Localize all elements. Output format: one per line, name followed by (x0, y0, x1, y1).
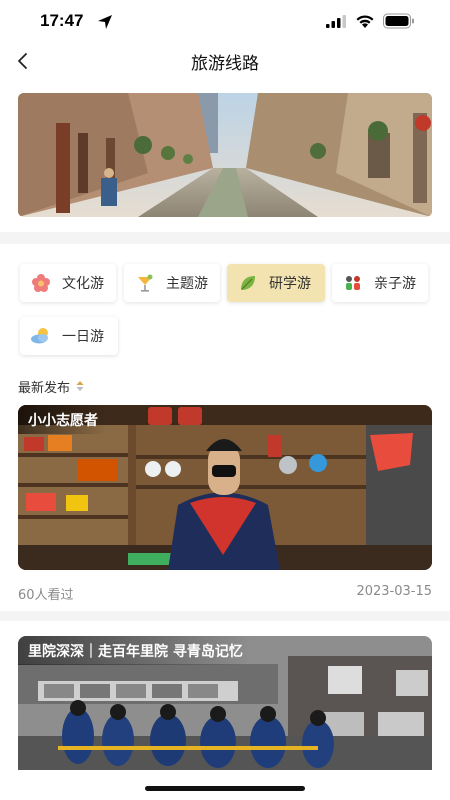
category-label: 文化游 (62, 276, 104, 292)
cloud-sun-icon (30, 325, 52, 347)
leaf-icon (237, 272, 259, 294)
cellular-signal-icon (326, 15, 346, 28)
sort-label: 最新发布 (18, 380, 71, 396)
category-label: 一日游 (62, 329, 104, 345)
route-card-meta: 60人看过 2023-03-15 (18, 584, 432, 603)
section-divider (0, 232, 450, 244)
sort-icon (76, 381, 84, 391)
battery-icon (383, 13, 414, 29)
route-card[interactable]: 小小志愿者 60人看过 2023-03-15 (18, 405, 432, 603)
status-time: 17:47 (40, 11, 84, 30)
route-card-title: 里院深深｜走百年里院 寻青岛记忆 (18, 636, 251, 665)
category-label: 主题游 (166, 276, 208, 292)
category-tag-day-trip[interactable]: 一日游 (20, 317, 118, 355)
home-indicator (145, 786, 305, 791)
category-tag-family[interactable]: 亲子游 (332, 264, 428, 302)
category-tag-theme[interactable]: 主题游 (124, 264, 220, 302)
status-bar: 17:47 (0, 0, 450, 44)
card-divider (0, 611, 450, 621)
publish-date: 2023-03-15 (356, 584, 432, 599)
route-card[interactable]: 里院深深｜走百年里院 寻青岛记忆 (18, 636, 432, 770)
route-card-image[interactable]: 里院深深｜走百年里院 寻青岛记忆 (18, 636, 432, 770)
banner-image[interactable] (18, 93, 432, 217)
category-tag-culture[interactable]: 文化游 (20, 264, 116, 302)
family-icon (342, 272, 364, 294)
cocktail-icon (134, 272, 156, 294)
page-title: 旅游线路 (191, 54, 259, 74)
category-label: 研学游 (269, 276, 311, 292)
route-card-image[interactable]: 小小志愿者 (18, 405, 432, 570)
location-arrow-icon (98, 15, 112, 29)
nav-bar: 旅游线路 (0, 40, 450, 80)
sort-toggle[interactable]: 最新发布 (18, 376, 84, 396)
route-card-title: 小小志愿者 (18, 405, 106, 434)
category-label: 亲子游 (374, 276, 416, 292)
view-count: 60人看过 (18, 588, 74, 603)
wifi-icon (356, 15, 374, 28)
flower-icon (30, 272, 52, 294)
category-tag-study[interactable]: 研学游 (227, 264, 325, 302)
street-scene-photo (18, 93, 432, 217)
